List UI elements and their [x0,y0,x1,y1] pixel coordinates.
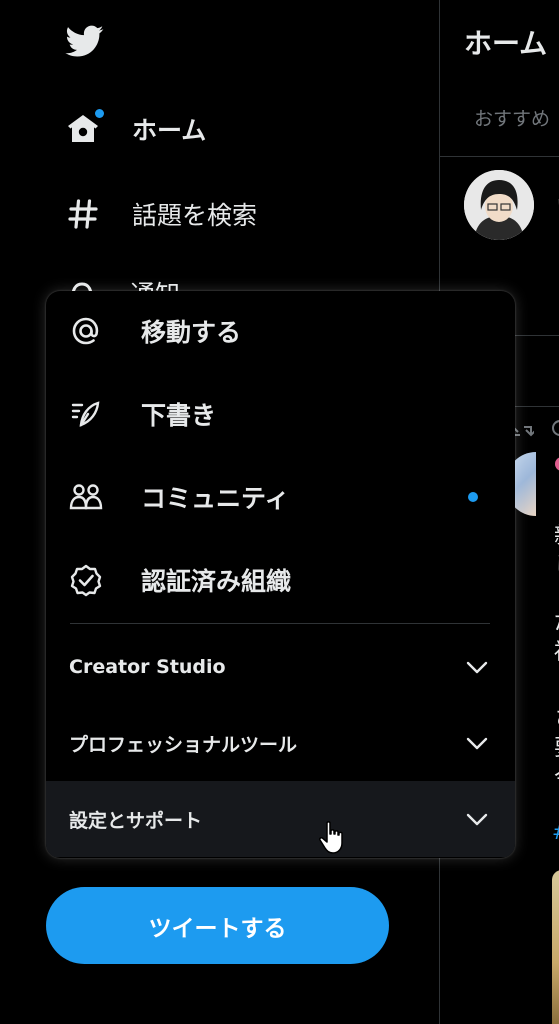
tweet-text-line: 新 [554,518,559,550]
tweet-text-line: さ [554,700,559,732]
menu-item-label: 下書き [141,401,217,430]
page-title: ホーム [464,27,548,60]
menu-section-professional-tools[interactable]: プロフェッショナルツール [46,705,515,781]
user-avatar[interactable] [464,170,534,240]
app-root: ホーム 話題を検索 通知 ホーム おすすめ [0,0,559,1024]
menu-section-settings-support[interactable]: 設定とサポート [46,781,515,857]
chevron-down-icon [466,813,488,826]
communities-icon [68,479,104,515]
chevron-down-icon [466,737,488,750]
hand-cursor-icon [319,821,343,854]
menu-section-label: Creator Studio [69,656,226,678]
menu-item-label: 移動する [141,318,242,347]
tab-for-you[interactable]: おすすめ [474,104,550,131]
drafts-feather-icon [68,396,104,432]
nav-item-home[interactable]: ホーム [64,104,206,154]
menu-item-moments[interactable]: 移動する [46,291,515,371]
twitter-logo-icon[interactable] [64,22,106,60]
nav-item-explore[interactable]: 話題を検索 [64,189,257,239]
menu-section-creator-studio[interactable]: Creator Studio [46,629,515,705]
tweet-button[interactable]: ツイートする [46,887,389,964]
tweet-text-line: だ [554,604,559,636]
hashtag-icon [64,195,102,233]
tweet-text-line: 今 [554,760,559,792]
tweet-text-line: 福 [554,634,559,666]
menu-item-label: 認証済み組織 [141,567,292,596]
chevron-down-icon [466,661,488,674]
menu-item-communities[interactable]: コミュニティ [46,457,515,537]
tweet-text-line: し [554,548,559,580]
home-notification-dot [95,109,104,118]
home-icon [64,109,104,148]
menu-item-label: コミュニティ [141,484,290,513]
tweet-media-image[interactable] [552,870,559,1024]
like-icon [552,420,559,436]
menu-separator [70,623,490,624]
more-menu-popup: 移動する 下書き コミュニティ 認証済み組織 Creator Studio プロ… [46,291,515,858]
menu-section-label: 設定とサポート [69,809,203,832]
tabs-divider [440,156,559,157]
verified-badge-icon [68,562,104,598]
nav-item-label: ホーム [132,116,207,145]
menu-section-label: プロフェッショナルツール [69,733,298,756]
communities-notification-dot [468,492,478,502]
emoji-icon [555,457,559,471]
tweet-text-line: 要 [554,730,559,762]
tweet-hashtag[interactable]: # [552,820,559,844]
nav-item-label: 話題を検索 [132,201,258,230]
menu-item-verified-orgs[interactable]: 認証済み組織 [46,540,515,620]
at-sign-icon [68,313,104,349]
menu-item-drafts[interactable]: 下書き [46,374,515,454]
